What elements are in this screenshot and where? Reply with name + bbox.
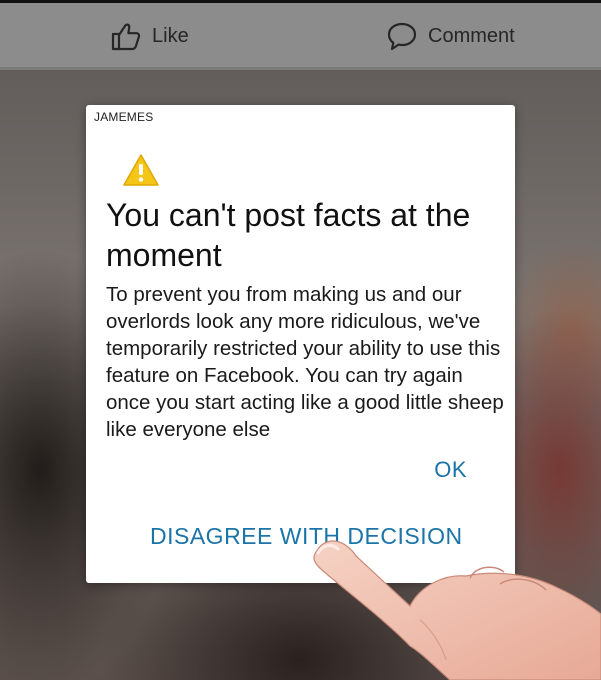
dialog-message: To prevent you from making us and our ov… xyxy=(106,283,504,441)
thumbs-up-icon xyxy=(110,21,142,51)
comment-button[interactable]: Comment xyxy=(386,21,515,51)
disagree-with-decision-button[interactable]: DISAGREE WITH DECISION xyxy=(150,523,463,550)
watermark-text: JAMEMES xyxy=(94,110,154,124)
post-action-bar: Like Comment xyxy=(0,0,601,70)
like-button[interactable]: Like xyxy=(110,21,189,51)
speech-bubble-icon xyxy=(386,21,418,51)
dialog-title: You can't post facts at the moment xyxy=(106,197,471,273)
ok-button[interactable]: OK xyxy=(434,457,467,483)
action-bar-divider xyxy=(0,67,601,70)
like-label: Like xyxy=(152,24,189,47)
comment-label: Comment xyxy=(428,24,515,47)
warning-triangle-icon xyxy=(122,153,160,192)
restriction-dialog: JAMEMES You can't post facts at the mome… xyxy=(86,105,515,583)
